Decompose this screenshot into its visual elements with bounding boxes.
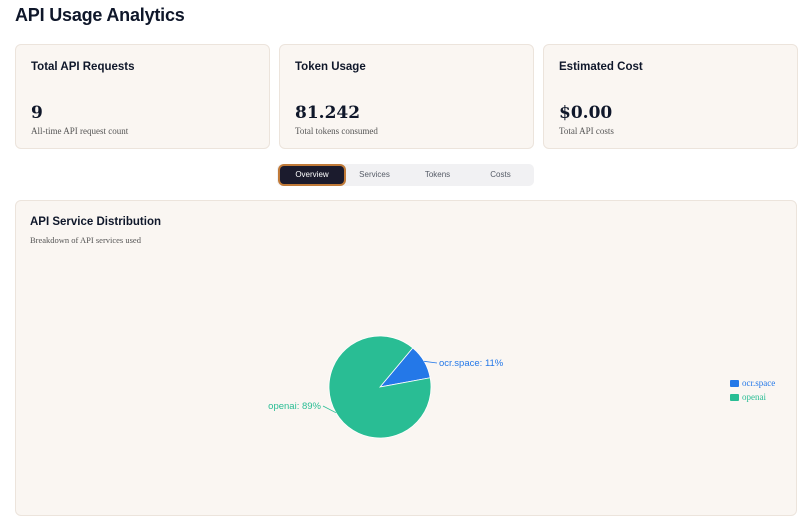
leader-line-ocr-space (424, 360, 438, 364)
pie-label-openai: openai: 89% (268, 401, 321, 412)
tab-services[interactable]: Services (343, 166, 406, 184)
stat-subtitle: Total API costs (559, 126, 614, 136)
stat-value: $0.00 (559, 103, 613, 123)
legend-label: openai (742, 392, 766, 402)
legend-item-ocr-space[interactable]: ocr.space (730, 376, 775, 390)
stat-card-requests: Total API Requests 9 All-time API reques… (15, 44, 270, 149)
tab-costs[interactable]: Costs (469, 166, 532, 184)
stat-subtitle: All-time API request count (31, 126, 129, 136)
legend-label: ocr.space (742, 378, 776, 388)
pie-chart: ocr.space: 11% openai: 89% (268, 335, 504, 439)
stat-value: 9 (31, 103, 43, 123)
stat-subtitle: Total tokens consumed (295, 126, 378, 136)
chart-legend: ocr.space openai (730, 376, 775, 404)
stat-label: Total API Requests (31, 61, 135, 73)
pie-label-ocr-space: ocr.space: 11% (439, 358, 504, 369)
tab-bar: Overview Services Tokens Costs (277, 164, 534, 186)
legend-swatch (730, 393, 739, 401)
tab-tokens[interactable]: Tokens (406, 166, 469, 184)
stat-label: Token Usage (295, 61, 366, 73)
legend-item-openai[interactable]: openai (730, 390, 775, 404)
tab-overview[interactable]: Overview (280, 166, 344, 184)
stat-value: 81.242 (295, 103, 361, 123)
stat-label: Estimated Cost (559, 61, 643, 73)
service-distribution-panel: API Service Distribution Breakdown of AP… (15, 200, 797, 516)
stat-card-cost: Estimated Cost $0.00 Total API costs (543, 44, 798, 149)
stat-card-tokens: Token Usage 81.242 Total tokens consumed (279, 44, 534, 149)
legend-swatch (730, 379, 739, 387)
page-title: API Usage Analytics (15, 5, 185, 25)
